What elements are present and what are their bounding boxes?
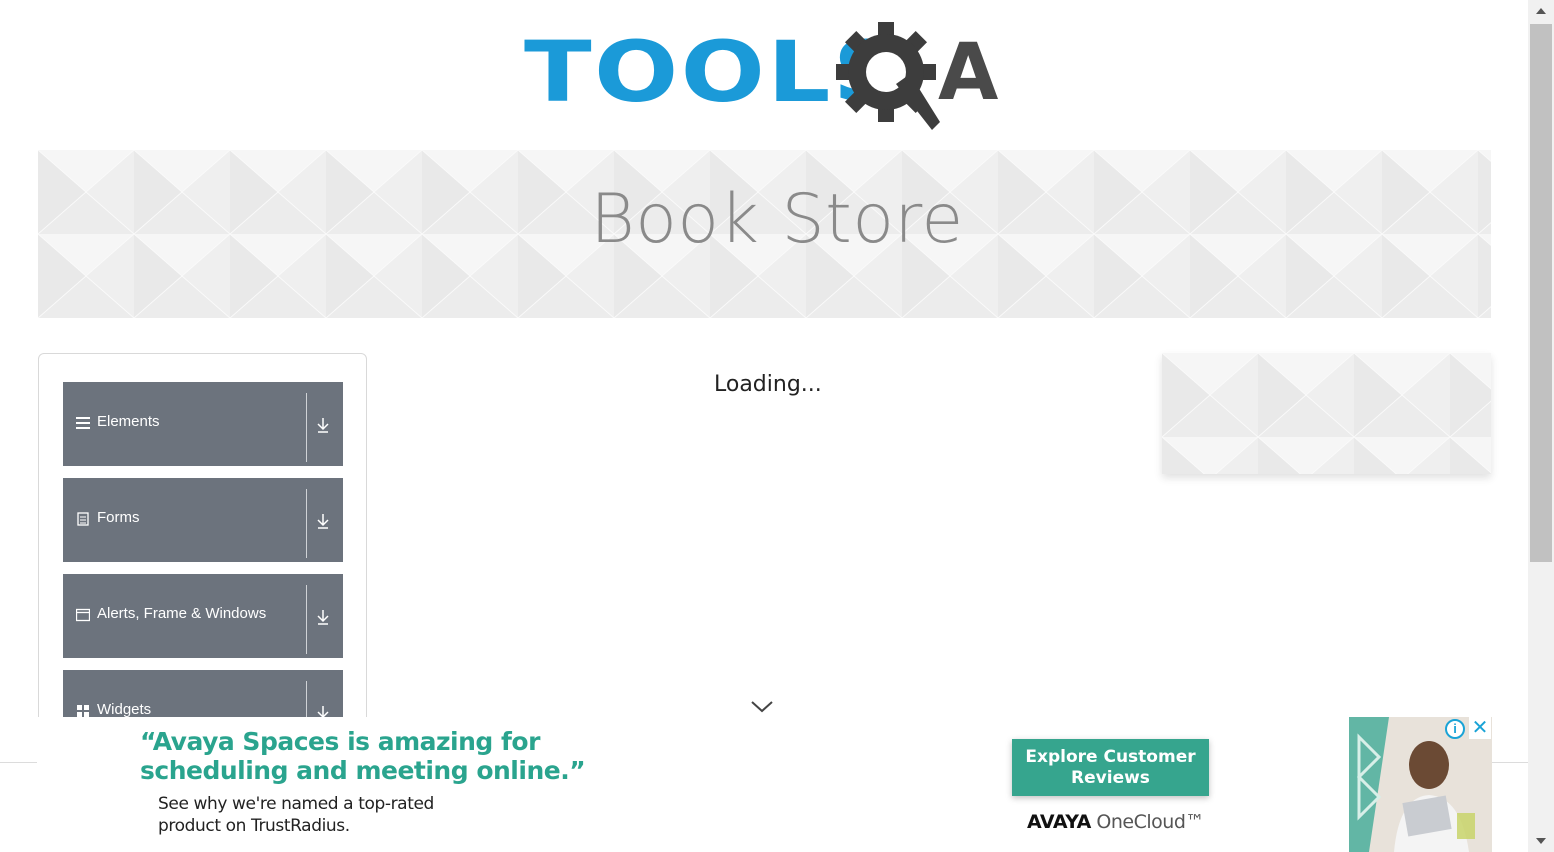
vertical-scrollbar[interactable]: [1528, 0, 1554, 852]
scrollbar-thumb[interactable]: [1530, 24, 1552, 562]
nav-group-elements[interactable]: Elements: [63, 382, 343, 466]
window-icon: [76, 608, 90, 622]
side-pattern: [1162, 353, 1491, 474]
hamburger-icon: [76, 417, 90, 429]
download-arrow-icon[interactable]: [315, 512, 331, 530]
nav-group-forms[interactable]: Forms: [63, 478, 343, 562]
divider: [306, 585, 307, 654]
brand-secondary: OneCloud™: [1096, 811, 1204, 833]
scroll-up-arrow-icon[interactable]: [1528, 0, 1554, 22]
chevron-down-icon[interactable]: [750, 698, 774, 714]
divider: [306, 489, 307, 558]
loading-text: Loading...: [714, 372, 822, 397]
logo-a: A: [938, 28, 999, 118]
widgets-icon: [77, 705, 89, 717]
nav-group-label: Alerts, Frame & Windows: [97, 605, 267, 622]
ad-close-icon[interactable]: ✕: [1469, 717, 1491, 739]
download-arrow-icon[interactable]: [315, 608, 331, 626]
nav-group-alerts-frame-windows[interactable]: Alerts, Frame & Windows: [63, 574, 343, 658]
ad-quote: “Avaya Spaces is amazing for scheduling …: [140, 727, 586, 785]
page-title: Book Store: [590, 180, 964, 259]
divider: [306, 393, 307, 462]
side-ad-placeholder: [1162, 353, 1491, 474]
left-nav-panel: Elements Forms Alerts, Frame & Windows W…: [38, 353, 367, 773]
form-icon: [77, 512, 89, 526]
nav-group-label: Forms: [97, 509, 140, 526]
nav-group-label: Elements: [97, 413, 160, 430]
toolsqa-logo[interactable]: TOOLS A: [524, 22, 1010, 134]
ad-info-icon[interactable]: i: [1445, 719, 1465, 739]
download-arrow-icon[interactable]: [315, 416, 331, 434]
nav-group-label: Widgets: [97, 701, 152, 718]
brand-primary: AVAYA: [1027, 811, 1091, 833]
advertisement-banner[interactable]: “Avaya Spaces is amazing for scheduling …: [37, 717, 1492, 852]
explore-reviews-button[interactable]: Explore Customer Reviews: [1012, 739, 1209, 796]
ad-brand-logo: AVAYA OneCloud™: [1027, 811, 1204, 833]
ad-subtext: See why we're named a top-rated product …: [158, 794, 434, 836]
scroll-down-arrow-icon[interactable]: [1528, 830, 1554, 852]
